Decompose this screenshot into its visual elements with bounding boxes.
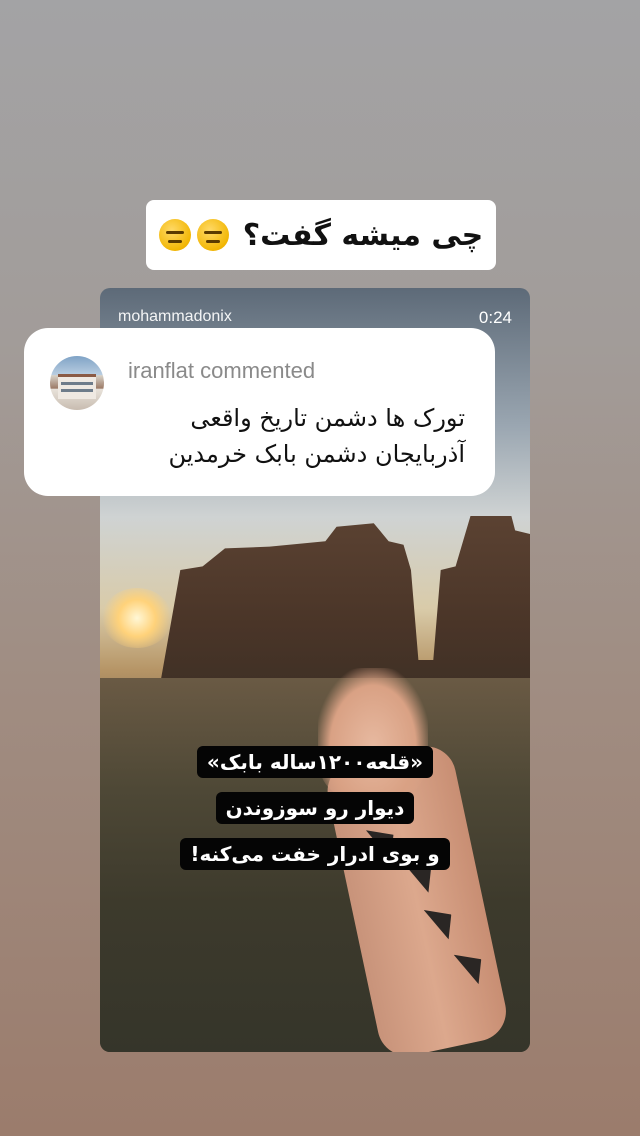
comment-card[interactable]: iranflat commented تورک ها دشمن تاریخ وا…	[24, 328, 495, 496]
video-caption-line: دیوار رو سوزوندن	[100, 792, 530, 824]
emoji-group	[158, 219, 233, 251]
comment-line: تورک ها دشمن تاریخ واقعی	[190, 404, 465, 432]
caption-text: دیوار رو سوزوندن	[215, 792, 415, 824]
video-author-handle[interactable]: mohammadonix	[118, 308, 232, 326]
comment-body: تورک ها دشمن تاریخ واقعی آذربایجان دشمن …	[105, 400, 465, 472]
video-caption-line: «قلعه۱۲۰۰ساله بابک»	[100, 746, 530, 778]
avatar-building-image	[58, 374, 96, 399]
comment-line: آذربایجان دشمن بابک خرمدین	[168, 440, 465, 468]
story-text-sticker[interactable]: چی میشه گفت؟	[146, 200, 496, 270]
expressionless-face-icon	[158, 219, 191, 251]
expressionless-face-icon	[196, 219, 229, 251]
video-hand	[318, 668, 428, 798]
caption-text: و بوی ادرار خفت می‌کنه!	[180, 838, 450, 870]
tattoo-mark	[424, 905, 457, 944]
story-title-text: چی میشه گفت؟	[242, 217, 484, 253]
video-duration: 0:24	[478, 308, 512, 327]
tattoo-mark	[454, 949, 487, 988]
video-caption-line: و بوی ادرار خفت می‌کنه!	[100, 838, 530, 870]
video-sun-glow	[102, 588, 172, 648]
avatar[interactable]	[50, 356, 104, 410]
video-castle-ruins	[158, 516, 530, 696]
caption-text: «قلعه۱۲۰۰ساله بابک»	[196, 746, 434, 778]
comment-header: iranflat commented	[128, 358, 316, 383]
